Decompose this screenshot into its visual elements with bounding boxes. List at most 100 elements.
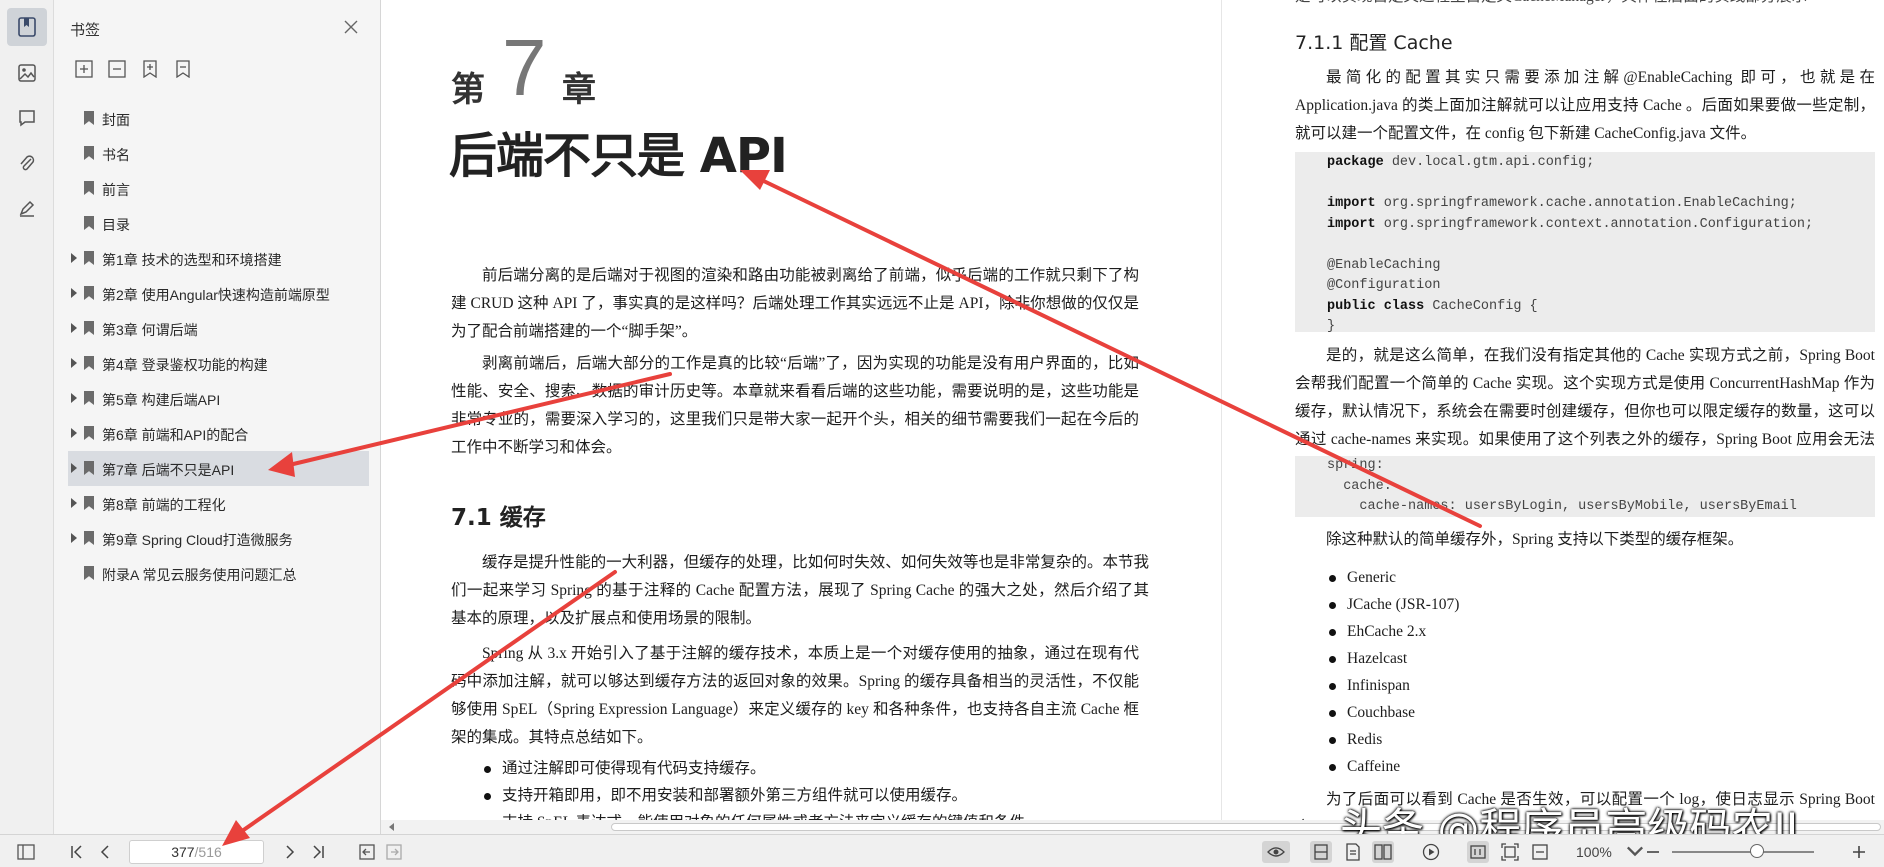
bookmark-item[interactable]: 第4章 登录鉴权功能的构建 (54, 346, 381, 381)
continuous-page-icon[interactable] (1342, 841, 1364, 863)
read-mode-icon[interactable] (1262, 841, 1290, 863)
right-paragraph-3: 除这种默认的简单缓存外，Spring 支持以下类型的缓存框架。 (1326, 531, 1744, 548)
play-icon[interactable] (1420, 841, 1442, 863)
zoom-out-icon[interactable] (1642, 841, 1664, 863)
code-text: org.springframework.cache.annotation.Ena… (1375, 196, 1797, 211)
page-number-input[interactable]: 377/516 (129, 840, 264, 864)
signature-icon[interactable] (7, 189, 47, 227)
bookmark-icon (84, 181, 94, 195)
document-view[interactable]: 第 7 章 后端不只是 API 前后端分离的是后端对于视图的渲染和路由功能被剥离… (381, 0, 1884, 834)
scroll-left-arrow-icon[interactable] (389, 823, 394, 831)
fit-page-icon[interactable] (1499, 841, 1521, 863)
attachment-icon[interactable] (7, 144, 47, 182)
bookmark-icon (84, 146, 94, 160)
expand-arrow-icon[interactable] (71, 323, 77, 333)
bookmark-item[interactable]: 第7章 后端不只是API (68, 451, 369, 486)
add-bookmark-icon[interactable] (140, 58, 160, 80)
first-page-icon[interactable] (66, 841, 88, 863)
expand-arrow-icon[interactable] (71, 358, 77, 368)
two-page-icon[interactable] (1372, 841, 1394, 863)
list-item: 通过注解即可使得现有代码支持缓存。 (480, 755, 1040, 782)
bookmark-item[interactable]: 书名 (54, 136, 381, 171)
bookmark-item[interactable]: 附录A 常见云服务使用问题汇总 (54, 556, 381, 591)
code-text: @Configuration (1327, 278, 1441, 293)
code-line: import org.springframework.cache.annotat… (1327, 194, 1875, 215)
bookmark-label: 第7章 后端不只是API (102, 462, 235, 478)
list-item: 支持开箱即用，即不用安装和部署额外第三方组件就可以使用缓存。 (480, 782, 1040, 809)
panel-title: 书签 (70, 22, 101, 39)
expand-arrow-icon[interactable] (71, 393, 77, 403)
comments-icon[interactable] (7, 99, 47, 137)
zoom-level[interactable]: 100% (1576, 844, 1612, 860)
remove-bookmark-icon[interactable] (173, 58, 193, 80)
chapter-title: 后端不只是 API (449, 128, 788, 184)
bookmark-item[interactable]: 第1章 技术的选型和环境搭建 (54, 241, 381, 276)
code-line: cache: (1327, 478, 1392, 494)
fit-width-icon[interactable] (1529, 841, 1551, 863)
expand-all-icon[interactable] (74, 58, 94, 80)
last-page-icon[interactable] (307, 841, 329, 863)
intro-paragraph-2: 剥离前端后，后端大部分的工作是真的比较“后端”了，因为实现的功能是没有用户界面的… (451, 355, 1139, 456)
previous-page-icon[interactable] (94, 841, 116, 863)
code-keyword: public class (1327, 298, 1425, 314)
bookmark-icon (84, 356, 94, 370)
expand-arrow-icon[interactable] (71, 533, 77, 543)
bookmark-label: 第8章 前端的工程化 (102, 497, 226, 513)
total-pages: /516 (194, 844, 222, 860)
bookmark-item[interactable]: 目录 (54, 206, 381, 241)
collapse-all-icon[interactable] (107, 58, 127, 80)
bookmark-label: 附录A 常见云服务使用问题汇总 (102, 567, 297, 583)
bookmark-icon (84, 321, 94, 335)
zoom-slider[interactable] (1672, 851, 1814, 853)
code-block-cacheconfig: package dev.local.gtm.api.config; import … (1295, 152, 1875, 334)
bookmark-label: 书名 (102, 147, 130, 163)
bookmark-item[interactable]: 第9章 Spring Cloud打造微服务 (54, 521, 381, 556)
bookmark-item[interactable]: 第6章 前端和API的配合 (54, 416, 381, 451)
list-item: JCache (JSR-107) (1325, 591, 1459, 618)
page-divider (1221, 0, 1222, 834)
bookmark-item[interactable]: 前言 (54, 171, 381, 206)
bookmark-icon (84, 286, 94, 300)
zoom-in-icon[interactable] (1848, 841, 1870, 863)
single-page-icon[interactable] (1310, 841, 1332, 863)
next-page-icon[interactable] (279, 841, 301, 863)
expand-arrow-icon[interactable] (71, 253, 77, 263)
list-item: Infinispan (1325, 672, 1459, 699)
code-line: cache-names: usersByLogin, usersByMobile… (1327, 499, 1797, 514)
section-heading: 7.1 缓存 (451, 505, 546, 531)
code-line: @EnableCaching (1327, 256, 1875, 277)
code-text: @EnableCaching (1327, 257, 1441, 273)
back-icon[interactable] (356, 841, 378, 863)
status-bar: 377/516 100% (0, 834, 1884, 867)
bookmark-icon (84, 251, 94, 265)
chapter-number: 7 (502, 23, 547, 112)
bookmark-item[interactable]: 第5章 构建后端API (54, 381, 381, 416)
expand-arrow-icon[interactable] (71, 428, 77, 438)
bookmark-item[interactable]: 第3章 何谓后端 (54, 311, 381, 346)
bookmark-icon (84, 566, 94, 580)
bookmark-label: 第1章 技术的选型和环境搭建 (102, 252, 282, 268)
bookmark-label: 第5章 构建后端API (102, 392, 221, 408)
code-line: import org.springframework.context.annot… (1327, 215, 1875, 236)
expand-arrow-icon[interactable] (71, 463, 77, 473)
list-item: Caffeine (1325, 753, 1459, 780)
code-keyword: package (1327, 155, 1384, 170)
zoom-slider-handle[interactable] (1750, 844, 1764, 858)
code-block-yaml: spring: cache: cache-names: usersByLogin… (1295, 456, 1875, 517)
expand-arrow-icon[interactable] (71, 288, 77, 298)
forward-icon[interactable] (383, 841, 405, 863)
subsection-heading: 7.1.1 配置 Cache (1295, 32, 1453, 54)
close-icon[interactable] (340, 16, 362, 38)
actual-size-icon[interactable] (1467, 841, 1489, 863)
code-line: spring: (1327, 458, 1384, 473)
toggle-sidebar-icon[interactable] (15, 841, 37, 863)
bookmark-item[interactable]: 第8章 前端的工程化 (54, 486, 381, 521)
expand-arrow-icon[interactable] (71, 498, 77, 508)
bookmark-icon (84, 426, 94, 440)
bookmarks-icon[interactable] (7, 8, 47, 46)
bookmark-item[interactable]: 第2章 使用Angular快速构造前端原型 (54, 276, 381, 311)
bookmark-item[interactable]: 封面 (54, 101, 381, 136)
thumbnails-icon[interactable] (7, 54, 47, 92)
code-text: } (1327, 319, 1336, 334)
